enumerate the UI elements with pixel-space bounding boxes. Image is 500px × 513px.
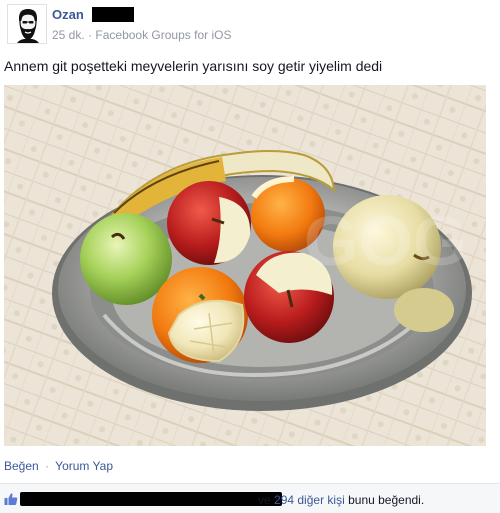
author-avatar[interactable]	[7, 4, 47, 44]
likes-prefix: ve	[258, 493, 271, 507]
author-name[interactable]: Ozan	[52, 7, 84, 22]
post-text: Annem git poşetteki meyvelerin yarısını …	[4, 58, 383, 74]
author-surname-redaction	[91, 6, 134, 22]
likes-summary-bar: ve 294 diğer kişi bunu beğendi.	[0, 483, 500, 513]
post-time[interactable]: 25 dk.	[52, 28, 85, 42]
post-meta: 25 dk. · Facebook Groups for iOS	[52, 28, 231, 42]
photo-watermark: GOG	[304, 202, 467, 280]
post-header: Ozan 25 dk. · Facebook Groups for iOS	[4, 4, 484, 46]
facebook-post: Ozan 25 dk. · Facebook Groups for iOS An…	[0, 0, 500, 513]
likes-text: ve 294 diğer kişi bunu beğendi.	[258, 493, 424, 507]
post-actions: Beğen · Yorum Yap	[4, 459, 113, 473]
likes-suffix: bunu beğendi.	[348, 493, 425, 507]
bearded-man-avatar-icon	[8, 5, 46, 43]
actions-separator: ·	[45, 459, 50, 473]
post-source[interactable]: Facebook Groups for iOS	[95, 28, 231, 42]
likes-count-link[interactable]: 294 diğer kişi	[274, 493, 345, 507]
comment-link[interactable]: Yorum Yap	[55, 459, 113, 473]
likers-names-redaction	[20, 492, 282, 506]
post-photo[interactable]: GOG	[4, 85, 486, 446]
fruit-bowl-photo: GOG	[4, 85, 486, 446]
thumbs-up-icon	[4, 493, 18, 505]
author-row: Ozan	[52, 5, 134, 23]
meta-separator: ·	[88, 28, 93, 42]
like-link[interactable]: Beğen	[4, 459, 39, 473]
